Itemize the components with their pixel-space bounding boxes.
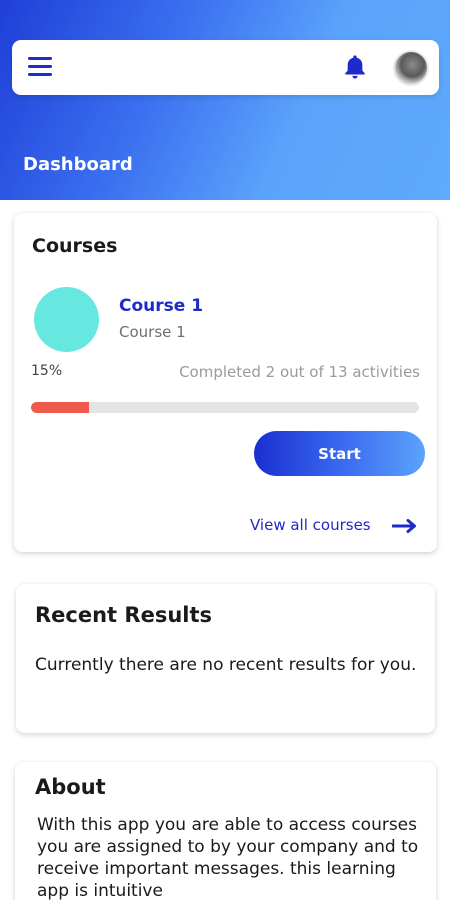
course-progress-fill — [31, 402, 90, 413]
about-card: About With this app you are able to acce… — [15, 762, 436, 900]
hamburger-menu-icon[interactable] — [28, 57, 52, 77]
dashboard-screen: Dashboard Courses Course 1 Course 1 15% … — [0, 0, 450, 900]
view-all-courses-link[interactable]: View all courses — [250, 516, 371, 534]
course-title-link[interactable]: Course 1 — [119, 296, 203, 316]
course-subtitle: Course 1 — [119, 323, 186, 341]
completed-activities-text: Completed 2 out of 13 activities — [179, 363, 420, 381]
courses-card: Courses Course 1 Course 1 15% Completed … — [14, 213, 437, 552]
courses-heading: Courses — [32, 235, 118, 257]
recent-results-card: Recent Results Currently there are no re… — [16, 584, 435, 733]
bell-icon[interactable] — [342, 53, 368, 81]
arrow-right-icon[interactable] — [392, 518, 417, 534]
page-title: Dashboard — [23, 154, 133, 175]
about-heading: About — [35, 775, 106, 799]
course-thumbnail — [34, 287, 99, 352]
user-avatar[interactable] — [393, 50, 429, 86]
progress-percentage: 15% — [31, 363, 63, 379]
course-progress-bar — [31, 402, 419, 413]
start-course-button[interactable]: Start — [254, 431, 425, 476]
recent-results-heading: Recent Results — [35, 603, 213, 627]
recent-results-text: Currently there are no recent results fo… — [35, 655, 417, 675]
about-text: With this app you are able to access cou… — [37, 815, 419, 900]
top-app-bar — [12, 40, 439, 95]
